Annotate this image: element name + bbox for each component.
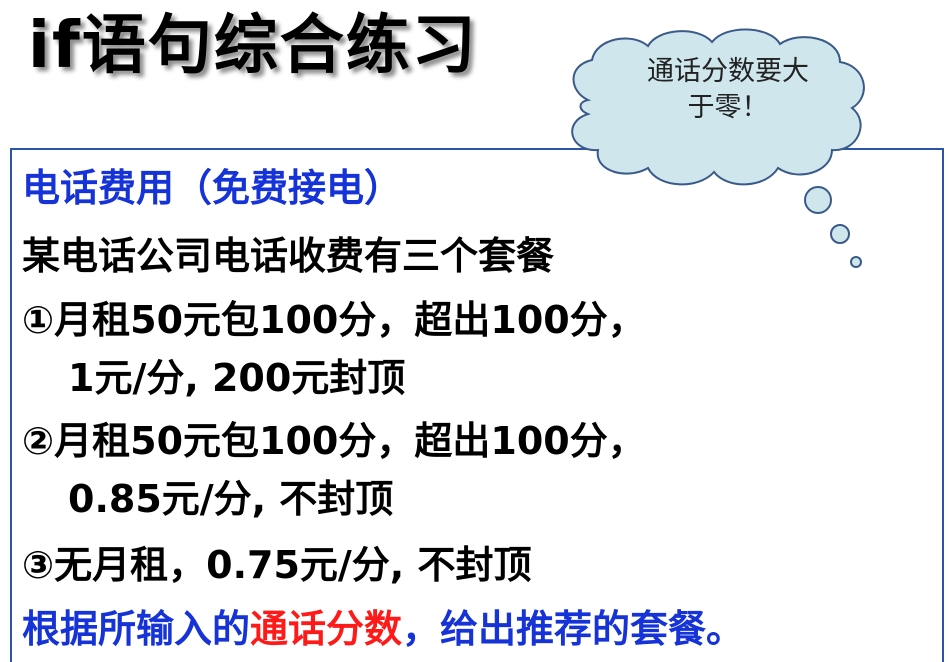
task-highlight: 通话分数 [250, 607, 403, 651]
plan1-line1: ①月租50元包100分，超出100分， [22, 298, 646, 342]
slide-title: if语句综合练习 [28, 9, 478, 83]
task-part3: ，给出推荐的套餐。 [402, 607, 745, 651]
plan3-line: ③无月租，0.75元/分, 不封顶 [22, 543, 532, 587]
content-heading: 电话费用（免费接电） [22, 166, 403, 210]
plan1-line2: 1元/分, 200元封顶 [68, 356, 406, 400]
cloud-line2: 于零！ [687, 92, 769, 123]
cloud-callout-text: 通话分数要大 于零！ [598, 54, 858, 126]
cloud-line1: 通话分数要大 [647, 56, 809, 87]
task-line: 根据所输入的通话分数，给出推荐的套餐。 [22, 604, 744, 654]
plan2-line2: 0.85元/分, 不封顶 [68, 477, 394, 521]
content-intro: 某电话公司电话收费有三个套餐 [22, 234, 555, 278]
plan2-line1: ②月租50元包100分，超出100分， [22, 419, 646, 463]
task-part1: 根据所输入的 [22, 607, 251, 651]
